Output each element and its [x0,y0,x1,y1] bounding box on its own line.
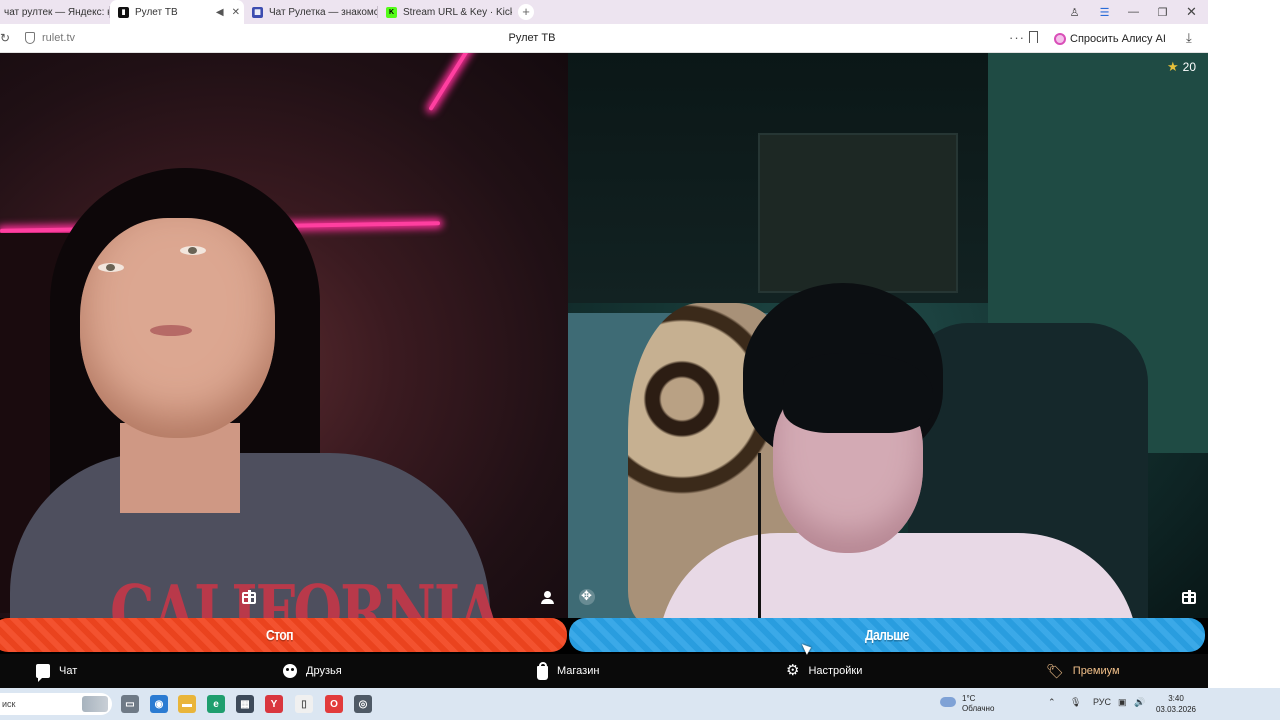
kick-favicon-icon: ▮ [118,6,129,18]
stop-button-label: Стоп [266,626,293,644]
person-eye [180,246,206,255]
blank-margin [1208,0,1280,688]
nav-chat[interactable]: Чат [36,654,77,688]
restore-icon[interactable]: ❐ [1148,0,1177,24]
edge-icon[interactable]: e [207,695,225,713]
browser-tab-rulet-tv[interactable]: ▮ Рулет ТВ ◀ ✕ [110,0,244,24]
weather-desc: Облачно [962,704,995,713]
person-shirt [658,533,1138,618]
nav-settings-label: Настройки [808,665,863,677]
weather-widget[interactable]: 1°C Облачно [940,694,994,714]
close-window-icon[interactable]: ✕ [1177,0,1206,24]
alice-icon [1054,32,1066,45]
next-button-label: Дальше [865,626,909,644]
browser-tab-yandex[interactable]: чат рултек — Яндекс: наш [0,0,110,24]
close-tab-icon[interactable]: ✕ [232,7,240,18]
partner-video: CALIFORNIA [0,53,568,618]
weather-temp: 1°C [962,694,976,703]
download-icon[interactable]: ⤓ [1186,30,1192,46]
clock-time: 3:40 [1168,694,1184,703]
nav-premium-label: Премиум [1072,665,1120,677]
chat-icon [36,664,50,682]
kick-green-favicon-icon: K [386,6,397,18]
browser-tab-chat-ruletka[interactable]: ▦ Чат Рулетка — знакомств [244,0,378,24]
file-explorer-icon[interactable]: ▬ [178,695,196,713]
chevron-up-icon[interactable]: ⌃ [1048,697,1056,708]
search-text: иск [2,699,16,709]
nav-shop[interactable]: Магазин [537,654,599,688]
stars-balance[interactable]: ★ 20 [1167,59,1196,75]
nav-settings[interactable]: ⚙ Настройки [786,654,862,688]
taskbar-search[interactable]: иск [0,693,112,715]
yandex-browser-icon[interactable]: Y [265,695,283,713]
tab-title: Рулет ТВ [135,6,178,18]
next-button[interactable]: Дальше [569,618,1205,652]
self-video: ★ 20 [568,53,1208,618]
store-icon[interactable]: ▦ [236,695,254,713]
ask-alice-label: Спросить Алису AI [1070,32,1166,45]
led-strip [428,53,496,112]
tab-title: чат рултек — Яндекс: наш [4,6,110,18]
clock-date: 03.03.2026 [1155,705,1197,714]
bottom-nav: Чат Друзья Магазин ⚙ Настройки 🏷 Премиум [0,654,1208,688]
network-icon[interactable]: ▣ [1118,697,1127,708]
gear-icon: ⚙ [786,662,800,679]
stars-count: 20 [1182,60,1196,74]
new-tab-button[interactable]: + [518,4,534,20]
minimize-icon[interactable]: — [1119,0,1148,24]
person-lips [150,325,192,336]
taskbar: иск ▭ ◉ ▬ e ▦ Y ▯ O ◎ 1°C Облачно ⌃ 🎙 РУ… [0,688,1280,720]
browser-tab-strip: чат рултек — Яндекс: наш ▮ Рулет ТВ ◀ ✕ … [0,0,1208,24]
cloud-icon [940,697,956,707]
search-highlight-icon [82,696,108,712]
system-clock[interactable]: 3:40 03.03.2026 [1152,693,1200,715]
gift-icon[interactable] [1182,590,1196,604]
microphone-icon[interactable]: 🎙 [1070,697,1081,708]
nav-chat-label: Чат [59,665,78,677]
language-indicator[interactable]: РУС [1093,697,1111,707]
shirt-print-text: CALIFORNIA [110,570,501,618]
tag-icon: 🏷 [1046,663,1064,679]
nav-premium[interactable]: 🏷 Премиум [1046,654,1120,688]
profile-icon[interactable]: ♙ [1060,0,1089,24]
volume-icon[interactable]: 🔊 [1134,697,1145,708]
opera-icon[interactable]: O [325,695,343,713]
page-title: Рулет ТВ [508,32,556,44]
ask-alice-button[interactable]: Спросить Алису AI [1048,28,1174,49]
person-eye [98,263,124,272]
gift-icon[interactable] [242,590,256,604]
obs-icon[interactable]: ◎ [354,695,372,713]
tab-title: Чат Рулетка — знакомств [269,6,378,18]
address-bar: ↻ rulet.tv Рулет ТВ ··· Спросить Алису A… [0,24,1208,53]
nav-friends-label: Друзья [306,665,342,677]
task-view-icon[interactable]: ▭ [121,695,139,713]
person-fringe [783,353,933,433]
nav-shop-label: Магазин [557,665,600,677]
menu-icon[interactable]: ☰ [1090,0,1119,24]
bookmark-icon[interactable] [1029,31,1038,43]
profile-icon[interactable] [541,591,555,604]
weather-app-icon[interactable]: ◉ [150,695,168,713]
chat-favicon-icon: ▦ [252,6,263,18]
friends-icon [283,664,297,678]
speaker-icon[interactable]: ◀ [216,7,224,18]
background-shelf [758,133,958,293]
tab-title: Stream URL & Key · Kick D [403,6,512,18]
document-icon[interactable]: ▯ [295,695,313,713]
nav-friends[interactable]: Друзья [283,654,342,688]
star-icon: ★ [1166,59,1179,74]
shop-icon [537,661,548,680]
headset-cable [758,453,761,618]
more-icon[interactable]: ··· [1009,30,1025,45]
browser-tab-kick[interactable]: K Stream URL & Key · Kick D [378,0,512,24]
stop-button[interactable]: Стоп [0,618,567,652]
gamepad-icon[interactable] [579,588,595,605]
